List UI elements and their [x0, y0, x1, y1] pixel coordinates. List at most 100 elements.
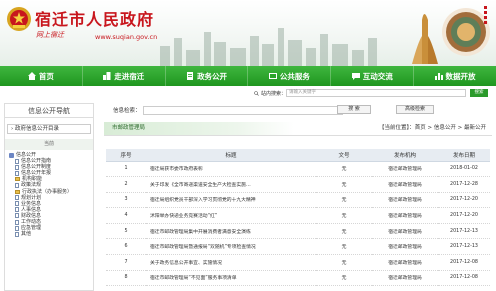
column-header: 发布日期 [438, 149, 490, 162]
cell-title-link[interactable]: 关于政务信息公开事宜、实施情况 [146, 254, 316, 271]
table-header-row: 序号 标题 文号 发布机构 发布日期 [106, 149, 490, 162]
advanced-search-button[interactable]: 高级检索 [396, 105, 434, 114]
document-icon [15, 195, 19, 201]
site-search-input[interactable]: 请输入关键字 [286, 89, 466, 97]
cell-publisher: 宿迁邮政管理局 [372, 161, 438, 178]
info-search-button[interactable]: 搜 索 [337, 105, 371, 114]
document-icon [15, 225, 19, 231]
chat-icon [351, 73, 360, 80]
cell-index: 8 [106, 270, 146, 287]
national-emblem-icon [7, 7, 31, 31]
nav-item-home[interactable]: 首页 [0, 66, 83, 86]
cell-publisher: 宿迁邮政管理局 [372, 223, 438, 240]
column-header: 发布机构 [372, 149, 438, 162]
nav-item-public-service[interactable]: 公共服务 [248, 66, 332, 86]
data-icon [434, 73, 443, 80]
site-url: www.suqian.gov.cn [95, 33, 158, 41]
cell-title-link[interactable]: 宿迁局获市委市政府表彰 [146, 161, 316, 178]
home-icon [27, 72, 36, 80]
document-icon [15, 219, 19, 225]
table-row: 4 沭阳举办快递业务竞赛活动“红” 无 宿迁邮政管理局 2017-12-20 [106, 207, 490, 224]
site-search-bar: 站内搜索： 请输入关键字 搜索 [0, 86, 496, 100]
nav-label: 走进宿迁 [114, 71, 145, 81]
site-search-label-text: 站内搜索： [261, 91, 287, 97]
cell-title-link[interactable]: 沭阳举办快递业务竞赛活动“红” [146, 207, 316, 224]
site-search-button[interactable]: 搜索 [470, 89, 488, 97]
table-row: 8 宿迁市邮政管理局“不见面”服务事项清单 无 宿迁邮政管理局 2017-12-… [106, 270, 490, 287]
cell-title-link[interactable]: 宿迁局组织党员干部深入学习贯彻党的十九大精神 [146, 192, 316, 209]
info-search-input[interactable] [142, 105, 343, 115]
table-row: 3 宿迁局组织党员干部深入学习贯彻党的十九大精神 无 宿迁邮政管理局 2017-… [106, 192, 490, 209]
cell-doc-number: 无 [316, 254, 372, 271]
document-icon [187, 72, 194, 80]
cell-title-link[interactable]: 宿迁市邮政管理局暨通报局“双随机”专项检查情况 [146, 238, 316, 256]
column-header: 标题 [146, 149, 316, 162]
cell-index: 1 [106, 161, 146, 178]
tree-root-icon [9, 152, 14, 158]
site-slogan: 网上宿迁 [36, 31, 64, 39]
document-icon [15, 207, 19, 213]
cell-index: 6 [106, 238, 146, 256]
tree-item[interactable]: 其他 [9, 231, 93, 237]
document-icon [15, 213, 19, 219]
cell-title-link[interactable]: 宿迁市邮政管理局集中开展消费者满意安全演练 [146, 223, 316, 240]
site-search-label: 站内搜索： [254, 90, 286, 97]
cell-title-link[interactable]: 宿迁市邮政管理局“不见面”服务事项清单 [146, 270, 316, 287]
cell-index: 5 [106, 223, 146, 240]
cell-index: 4 [106, 207, 146, 224]
city-seal-logo [442, 6, 490, 56]
disclosure-table: 序号 标题 文号 发布机构 发布日期 1 宿迁局获市委市政府表彰 无 宿迁邮政管… [106, 149, 490, 287]
sidebar-catalog-link[interactable]: › 政府信息公开目录 [7, 124, 91, 134]
document-icon [15, 201, 19, 207]
sidebar-title: 信息公开导航 [5, 104, 93, 118]
tree-item-label: 其他 [21, 231, 32, 238]
nav-item-about[interactable]: 走进宿迁 [83, 66, 166, 86]
section-header: 市邮政管理局 【当前位置】：首页 > 信息公开 > 最新公开 [104, 122, 492, 136]
column-header: 序号 [106, 149, 146, 162]
cell-date: 2017-12-20 [438, 192, 490, 209]
table-row: 1 宿迁局获市委市政府表彰 无 宿迁邮政管理局 2018-01-02 [106, 161, 490, 178]
service-icon [268, 73, 277, 79]
cell-publisher: 宿迁邮政管理局 [372, 270, 438, 287]
nav-item-interaction[interactable]: 互动交流 [331, 66, 415, 86]
nav-label: 政务公开 [197, 71, 228, 81]
cell-publisher: 宿迁邮政管理局 [372, 207, 438, 224]
cell-index: 7 [106, 254, 146, 271]
document-icon [15, 164, 19, 170]
cell-date: 2017-12-08 [438, 270, 490, 287]
cell-title-link[interactable]: 关于印发《全市寄递渠道安全生产大检查实施… [146, 176, 316, 193]
main-content: 信息检索： 搜 索 高级检索 市邮政管理局 【当前位置】：首页 > 信息公开 >… [104, 103, 492, 291]
catalog-tree: 信息公开 信息公开指南 信息公开制度 信息公开年报 机构职能 政策法规 行政执法… [9, 152, 93, 237]
folder-icon [15, 177, 20, 182]
cell-publisher: 宿迁邮政管理局 [372, 238, 438, 256]
document-icon [15, 231, 19, 237]
cell-index: 3 [106, 192, 146, 209]
city-skyline-illustration [160, 28, 377, 66]
cell-doc-number: 无 [316, 207, 372, 224]
city-icon [103, 72, 111, 80]
nav-item-open-data[interactable]: 数据开放 [414, 66, 496, 86]
cell-doc-number: 无 [316, 223, 372, 240]
cell-publisher: 宿迁邮政管理局 [372, 192, 438, 209]
table-row: 5 宿迁市邮政管理局集中开展消费者满意安全演练 无 宿迁邮政管理局 2017-1… [106, 223, 490, 240]
cell-date: 2017-12-13 [438, 223, 490, 240]
document-icon [15, 170, 19, 176]
cell-date: 2017-12-28 [438, 176, 490, 193]
search-icon [254, 91, 259, 96]
info-search-label: 信息检索： [113, 108, 141, 114]
nav-label: 首页 [38, 71, 54, 81]
column-header: 文号 [316, 149, 372, 162]
cell-date: 2017-12-20 [438, 207, 490, 224]
cell-date: 2018-01-02 [438, 161, 490, 178]
breadcrumb: 【当前位置】：首页 > 信息公开 > 最新公开 [379, 125, 486, 131]
table-row: 6 宿迁市邮政管理局暨通报局“双随机”专项检查情况 无 宿迁邮政管理局 2017… [106, 238, 490, 256]
nav-label: 公共服务 [279, 71, 310, 81]
info-sidebar: 信息公开导航 › 政府信息公开目录 当前 信息公开 信息公开指南 信息公开制度 … [4, 103, 94, 291]
nav-item-open-government[interactable]: 政务公开 [166, 66, 249, 86]
cell-date: 2017-12-08 [438, 254, 490, 271]
site-title: 宿迁市人民政府 [35, 10, 155, 29]
cell-doc-number: 无 [316, 161, 372, 178]
cell-date: 2017-12-13 [438, 238, 490, 256]
cell-index: 2 [106, 176, 146, 193]
cell-doc-number: 无 [316, 238, 372, 256]
